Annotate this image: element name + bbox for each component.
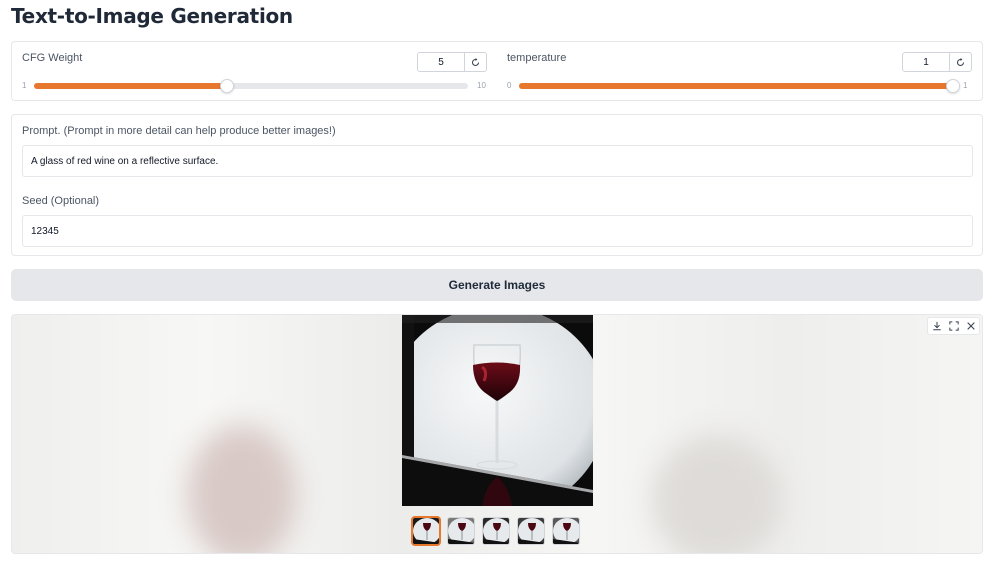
download-button[interactable] (928, 318, 945, 334)
cfg-weight-input[interactable] (418, 53, 464, 71)
sliders-panel: CFG Weight 1 10 temperature (11, 41, 983, 101)
generated-image-main[interactable] (402, 315, 593, 506)
prompt-panel: Prompt. (Prompt in more detail can help … (11, 114, 983, 256)
thumbnail-image (553, 518, 579, 544)
cfg-weight-number-box (417, 52, 487, 72)
gallery-thumbnail[interactable] (412, 517, 440, 545)
gallery-thumbnail[interactable] (552, 517, 580, 545)
temperature-max-label: 1 (963, 81, 968, 90)
gallery-toolbar (927, 317, 980, 335)
gallery-thumbnail[interactable] (482, 517, 510, 545)
thumbnail-image (413, 518, 439, 544)
cfg-weight-reset-button[interactable] (464, 53, 486, 71)
reset-icon (957, 57, 965, 66)
page-title: Text-to-Image Generation (11, 4, 293, 28)
fullscreen-icon (948, 321, 959, 331)
seed-label: Seed (Optional) (22, 195, 100, 207)
fullscreen-button[interactable] (945, 318, 962, 334)
cfg-weight-thumb[interactable] (219, 79, 234, 93)
wine-glass-image (402, 315, 593, 506)
blurred-glass-left (187, 425, 297, 553)
close-gallery-button[interactable] (962, 318, 979, 334)
thumbnail-image (483, 518, 509, 544)
temperature-number-box (902, 52, 972, 72)
blurred-glass-right (652, 435, 782, 553)
close-icon (966, 322, 975, 330)
temperature-thumb[interactable] (946, 79, 960, 93)
app-page: Text-to-Image Generation CFG Weight 1 10… (0, 0, 1000, 561)
prompt-input[interactable]: A glass of red wine on a reflective surf… (22, 145, 973, 177)
cfg-weight-max-label: 10 (477, 81, 486, 90)
temperature-slider-block: temperature 0 1 (497, 42, 983, 100)
cfg-weight-min-label: 1 (22, 81, 27, 90)
temperature-fill (519, 83, 953, 89)
generate-images-button[interactable]: Generate Images (11, 269, 983, 301)
download-icon (932, 321, 941, 331)
cfg-weight-track[interactable] (34, 79, 468, 93)
temperature-reset-button[interactable] (949, 53, 971, 71)
temperature-min-label: 0 (507, 81, 512, 90)
gallery-thumbnail[interactable] (447, 517, 475, 545)
reset-icon (472, 57, 480, 66)
temperature-label: temperature (507, 52, 567, 64)
gallery-thumbnail[interactable] (517, 517, 545, 545)
gallery-thumbnails (412, 517, 580, 545)
thumbnail-image (448, 518, 474, 544)
cfg-weight-label: CFG Weight (22, 52, 83, 64)
temperature-track[interactable] (519, 79, 960, 93)
cfg-weight-slider-block: CFG Weight 1 10 (12, 42, 498, 100)
prompt-label: Prompt. (Prompt in more detail can help … (22, 125, 336, 137)
temperature-input[interactable] (903, 53, 949, 71)
cfg-weight-fill (34, 83, 227, 89)
image-gallery (11, 314, 983, 554)
thumbnail-image (518, 518, 544, 544)
seed-input[interactable]: 12345 (22, 215, 973, 247)
